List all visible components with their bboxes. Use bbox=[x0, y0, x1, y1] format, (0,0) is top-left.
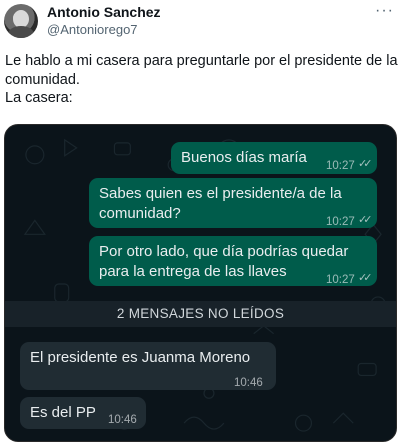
tweet-header: Antonio Sanchez @Antoniorego7 ··· bbox=[0, 0, 400, 44]
message-text: Sabes quien es el presidente/a de la bbox=[99, 185, 342, 202]
tweet-text-line: Le hablo a mi casera para preguntarle po… bbox=[5, 53, 398, 69]
double-check-icon: ✓✓ bbox=[358, 158, 373, 170]
outgoing-message[interactable]: Buenos días maría 10:27 ✓✓ bbox=[171, 142, 377, 174]
tweet-text-line: comunidad. bbox=[5, 71, 80, 88]
outgoing-message[interactable]: Sabes quien es el presidente/a de la com… bbox=[89, 178, 377, 228]
message-time: 10:27 bbox=[326, 160, 355, 172]
message-time: 10:27 bbox=[326, 216, 355, 228]
chat-screenshot-image[interactable]: Buenos días maría 10:27 ✓✓ Sabes quien e… bbox=[4, 124, 397, 442]
more-options-icon[interactable]: ··· bbox=[375, 2, 394, 20]
message-time: 10:46 bbox=[108, 414, 137, 426]
incoming-message[interactable]: El presidente es Juanma Moreno 10:46 bbox=[20, 342, 276, 390]
incoming-message[interactable]: Es del PP 10:46 bbox=[20, 397, 146, 429]
double-check-icon: ✓✓ bbox=[358, 272, 373, 284]
author-handle[interactable]: @Antoniorego7 bbox=[47, 22, 138, 37]
unread-messages-banner: 2 MENSAJES NO LEÍDOS bbox=[5, 301, 396, 327]
double-check-icon: ✓✓ bbox=[358, 214, 373, 226]
author-name[interactable]: Antonio Sanchez bbox=[47, 4, 161, 20]
message-text: Por otro lado, que día podrías quedar bbox=[99, 243, 349, 260]
tweet-text-line: La casera: bbox=[5, 90, 73, 106]
tweet-text: Le hablo a mi casera para preguntarle po… bbox=[5, 52, 398, 108]
message-text: El presidente es Juanma Moreno bbox=[30, 349, 251, 366]
outgoing-message[interactable]: Por otro lado, que día podrías quedar pa… bbox=[89, 236, 377, 286]
message-time: 10:27 bbox=[326, 274, 355, 286]
message-time: 10:46 bbox=[234, 377, 263, 389]
avatar[interactable] bbox=[4, 4, 38, 38]
